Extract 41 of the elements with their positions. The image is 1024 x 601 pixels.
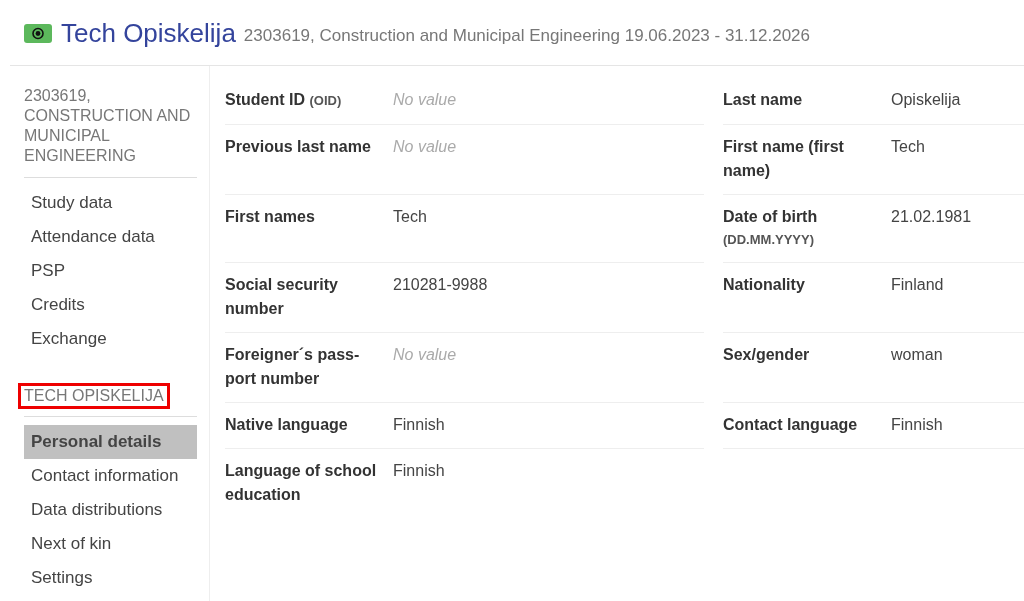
field-value: 210281-9988 xyxy=(393,275,489,295)
sidebar-item[interactable]: Study data xyxy=(24,185,197,220)
field-value: Tech xyxy=(393,207,428,227)
sidebar-item[interactable]: Data distributions xyxy=(24,493,197,527)
field-value: Finnish xyxy=(393,461,446,481)
sidebar-item[interactable]: PSP xyxy=(24,253,197,288)
field-label: Social security number xyxy=(225,275,339,319)
sidebar-item[interactable]: Personal details xyxy=(24,425,197,459)
field-value: No value xyxy=(393,137,458,157)
field-value: Finnish xyxy=(393,415,446,435)
status-icon xyxy=(24,24,52,43)
field-label: Student ID (OID) xyxy=(225,90,343,110)
field-label: Foreigner´s pass-port number xyxy=(225,345,361,389)
field-value: Finland xyxy=(891,275,945,295)
field-value: Finnish xyxy=(891,415,944,435)
sidebar-item[interactable]: Attendance data xyxy=(24,219,197,254)
section-heading: 2303619, CONSTRUCTION AND MUNICIPAL ENGINEERING xyxy=(24,86,192,166)
field-label: Last name xyxy=(723,90,804,110)
sidebar-item[interactable]: Exchange xyxy=(24,321,197,356)
field-label: Previous last name xyxy=(225,137,372,157)
field-label: Nationality xyxy=(723,275,806,295)
field-label: First name (first name) xyxy=(723,137,845,181)
field-value: Tech xyxy=(891,137,926,157)
sidebar-item[interactable]: Contact information xyxy=(24,459,197,493)
sidebar-item[interactable]: Next of kin xyxy=(24,527,197,561)
field-label: First names xyxy=(225,207,316,227)
field-value: No value xyxy=(393,345,458,365)
field-value: Opiskelija xyxy=(891,90,962,110)
section-heading: TECH OPISKELIJA xyxy=(21,385,167,406)
field-value: 21.02.1981 xyxy=(891,207,973,227)
field-value: No value xyxy=(393,90,458,110)
field-value: woman xyxy=(891,345,944,365)
sidebar-item[interactable]: Credits xyxy=(24,287,197,322)
page-title: Tech Opiskelija xyxy=(61,18,236,49)
sidebar-item[interactable]: Settings xyxy=(24,561,197,595)
field-label: Date of birth (DD.MM.YYYY) xyxy=(723,207,819,249)
field-label: Sex/gender xyxy=(723,345,811,365)
page-subtitle: 2303619, Construction and Municipal Engineering 19.06.2023 - 31.12.2026 xyxy=(243,24,810,46)
field-label: Language of school education xyxy=(225,461,378,505)
field-label: Native language xyxy=(225,415,349,435)
field-label: Contact language xyxy=(723,415,859,435)
